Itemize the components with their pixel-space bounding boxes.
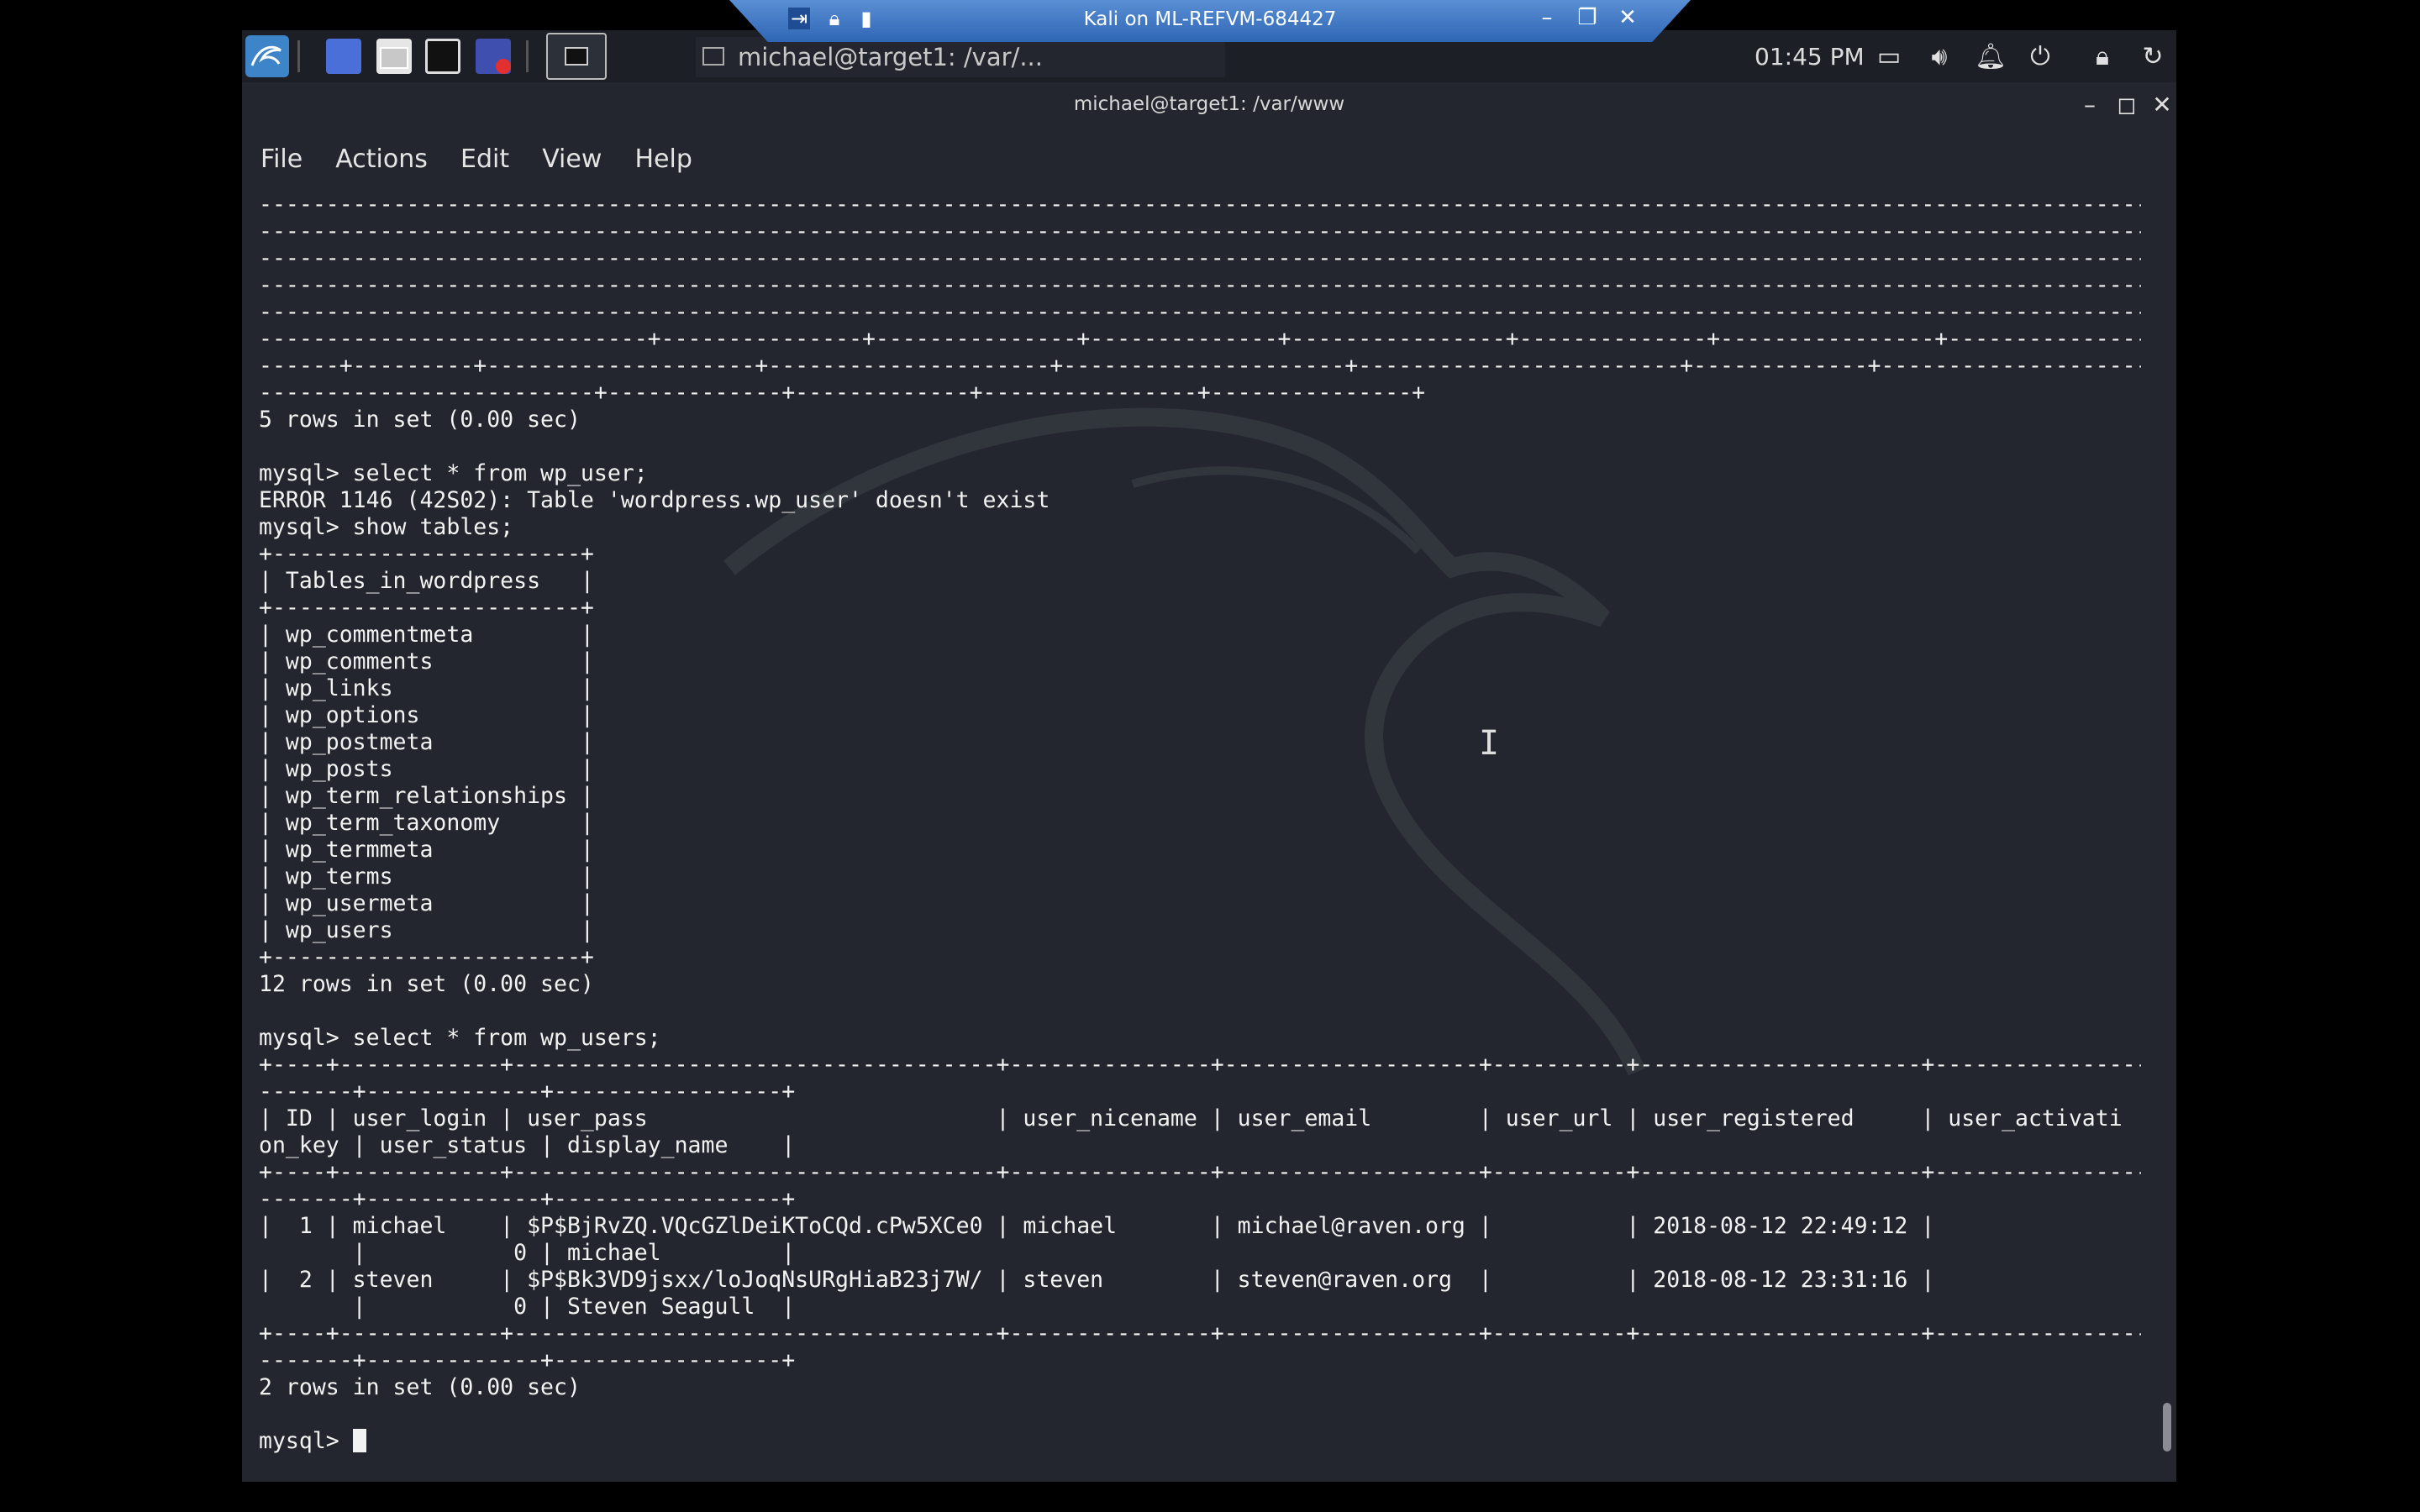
terminal-line: mysql> select * from wp_user; (259, 460, 648, 486)
terminal-prompt-line[interactable]: mysql> (259, 1428, 2141, 1455)
terminal-line: ----------------------------------------… (259, 245, 2141, 271)
terminal-line: mysql> select * from wp_users; (259, 1025, 661, 1051)
terminal-line: -------------------------+-------------+… (259, 380, 1426, 406)
terminal-line: ----------------------------------------… (259, 192, 2141, 218)
terminal-line: ----------------------------------------… (259, 299, 2141, 325)
terminal-line: ERROR 1146 (42S02): Table 'wordpress.wp_… (259, 487, 1050, 513)
menu-edit[interactable]: Edit (460, 134, 509, 185)
terminal-line: | wp_terms | (259, 864, 594, 890)
notifications-icon[interactable]: 🔔︎ (1975, 42, 2007, 72)
logout-icon[interactable]: ↻ (2138, 42, 2168, 72)
terminal-line: 2 rows in set (0.00 sec) (259, 1374, 581, 1400)
screen-recorder-icon[interactable] (476, 39, 511, 74)
terminal-line: -------+-------------+-----------------+ (259, 1347, 796, 1373)
terminal-line: -------+-------------+-----------------+ (259, 1079, 796, 1105)
terminal-line: ------+---------+--------------------+--… (259, 353, 2141, 379)
terminal-line: +----+------------+---------------------… (259, 1320, 2141, 1347)
show-desktop-icon[interactable] (326, 39, 361, 74)
terminal-line: | wp_commentmeta | (259, 622, 594, 648)
terminal-line: | wp_usermeta | (259, 890, 594, 916)
file-manager-icon[interactable] (376, 39, 412, 74)
menu-file[interactable]: File (260, 134, 302, 185)
terminal-line: | wp_users | (259, 917, 594, 943)
terminal-line: | ID | user_login | user_pass | user_nic… (259, 1105, 2123, 1131)
menu-help[interactable]: Help (634, 134, 692, 185)
kali-dragon-icon (250, 45, 281, 66)
terminal-line: | wp_comments | (259, 648, 594, 675)
terminal-line: | 1 | michael | $P$BjRvZQ.VQcGZlDeiKToCQ… (259, 1213, 1935, 1239)
terminal-line: mysql> show tables; (259, 514, 514, 540)
lock-screen-icon[interactable]: 🔒︎ (2087, 42, 2118, 72)
clock[interactable]: 01:45 PM (1754, 37, 1881, 77)
terminal-line: +-----------------------+ (259, 595, 594, 621)
display-icon[interactable]: ▭ (1874, 42, 1904, 72)
terminal-line: | wp_postmeta | (259, 729, 594, 755)
terminal-line: | wp_options | (259, 702, 594, 728)
terminal-line: +-----------------------+ (259, 944, 594, 970)
terminal-line: | 2 | steven | $P$Bk3VD9jsxx/loJoqNsURgH… (259, 1267, 1935, 1293)
terminal-line: +----+------------+---------------------… (259, 1159, 2141, 1185)
rdp-restore-button[interactable]: ❐ (1573, 5, 1602, 30)
kali-menu-button[interactable] (245, 35, 289, 77)
terminal-line: | Tables_in_wordpress | (259, 568, 594, 594)
terminal-line: -----------------------------+----------… (259, 326, 2141, 352)
active-terminal-launcher-icon[interactable] (546, 33, 607, 80)
remote-session-bar: ⇥ 🔒︎ ▮ Kali on ML-REFVM-684427 – ❐ ✕ (729, 0, 1691, 42)
menu-view[interactable]: View (542, 134, 602, 185)
terminal-line: | wp_termmeta | (259, 837, 594, 863)
terminal-line: on_key | user_status | display_name | (259, 1132, 796, 1158)
terminal-line: | 0 | michael | (259, 1240, 796, 1266)
terminal-line: -------+-------------+-----------------+ (259, 1186, 796, 1212)
terminal-cursor (352, 1429, 366, 1452)
terminal-line: ----------------------------------------… (259, 272, 2141, 298)
menu-actions[interactable]: Actions (335, 134, 428, 185)
terminal-line: | wp_links | (259, 675, 594, 701)
taskbar-separator (526, 40, 529, 72)
terminal-line: +----+------------+---------------------… (259, 1052, 2141, 1078)
rdp-close-button[interactable]: ✕ (1613, 5, 1642, 30)
terminal-window-title: michael@target1: /var/www (1073, 93, 1345, 115)
terminal-line: | 0 | Steven Seagull | (259, 1294, 796, 1320)
terminal-line: ----------------------------------------… (259, 218, 2141, 244)
terminal-scrollbar[interactable] (2163, 1403, 2171, 1452)
terminal-line: +-----------------------+ (259, 541, 594, 567)
vm-screen: michael@target1: /var/... 01:45 PM ▭ 🔊︎ … (242, 30, 2176, 1482)
terminal-line: 5 rows in set (0.00 sec) (259, 407, 581, 433)
taskbar-window-button[interactable]: michael@target1: /var/... (696, 37, 1225, 77)
window-close-button[interactable]: ✕ (2148, 91, 2176, 118)
terminal-launcher-icon[interactable] (425, 39, 460, 74)
terminal-line: | wp_term_relationships | (259, 783, 594, 809)
terminal-prompt: mysql> (259, 1428, 353, 1454)
window-maximize-button[interactable]: ◻ (2112, 91, 2141, 118)
taskbar-window-label: michael@target1: /var/... (738, 43, 1043, 71)
menu-bar: File Actions Edit View Help (260, 134, 721, 185)
window-minimize-button[interactable]: – (2075, 91, 2104, 118)
volume-icon[interactable]: 🔊︎ (1924, 42, 1954, 72)
terminal-line: | wp_posts | (259, 756, 594, 782)
power-manager-icon[interactable]: ⏻ (2025, 42, 2055, 72)
text-cursor-icon: I (1479, 724, 1500, 763)
terminal-output[interactable]: ----------------------------------------… (259, 192, 2141, 1475)
terminal-line: | wp_term_taxonomy | (259, 810, 594, 836)
terminal-line: 12 rows in set (0.00 sec) (259, 971, 594, 997)
terminal-window-icon (702, 47, 724, 66)
taskbar-separator (297, 40, 300, 72)
rdp-minimize-button[interactable]: – (1533, 5, 1561, 30)
